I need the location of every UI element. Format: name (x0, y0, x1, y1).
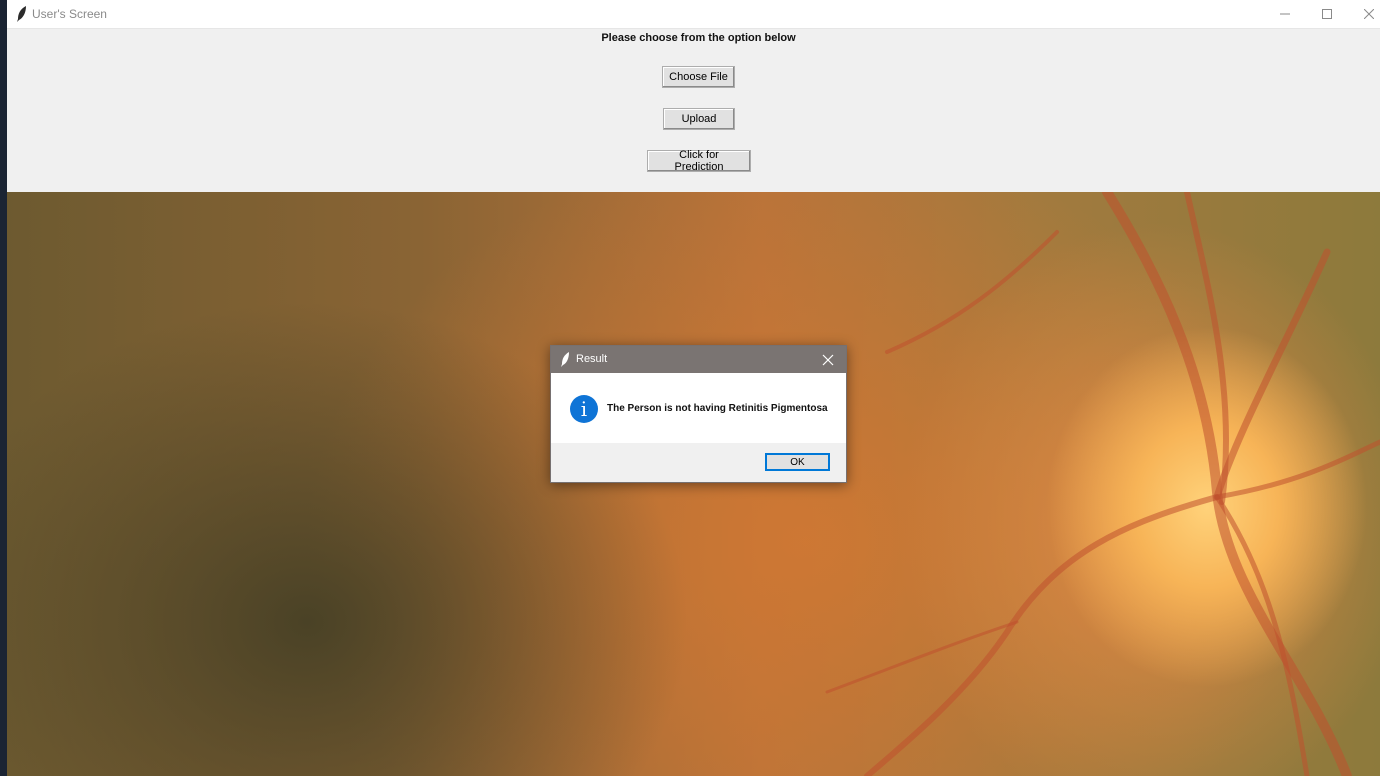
minimize-icon (1280, 13, 1290, 15)
options-panel: Please choose from the option below Choo… (7, 29, 1380, 192)
window-title: User's Screen (32, 7, 107, 21)
close-window-button[interactable] (1348, 0, 1380, 28)
choose-file-button[interactable]: Choose File (662, 66, 735, 88)
prediction-button[interactable]: Click for Prediction (647, 149, 751, 173)
instruction-label: Please choose from the option below (601, 32, 796, 44)
feather-icon (17, 6, 26, 22)
blood-vessels (825, 192, 1380, 776)
dialog-footer: OK (551, 443, 846, 482)
minimize-button[interactable] (1264, 0, 1306, 28)
info-icon: i (570, 395, 598, 423)
maximize-icon (1322, 9, 1332, 19)
feather-icon (561, 352, 569, 367)
upload-button[interactable]: Upload (663, 108, 735, 130)
info-glyph: i (580, 397, 588, 421)
close-icon (1364, 9, 1374, 19)
result-dialog: Result i The Person is not having Retini… (550, 345, 847, 483)
window-titlebar[interactable]: User's Screen (7, 0, 1380, 29)
ok-button[interactable]: OK (765, 453, 830, 471)
close-icon[interactable] (821, 353, 835, 367)
maximize-button[interactable] (1306, 0, 1348, 28)
dialog-titlebar[interactable]: Result (551, 346, 846, 373)
dialog-message: The Person is not having Retinitis Pigme… (607, 403, 828, 414)
dialog-title: Result (576, 353, 608, 365)
retina-image (7, 192, 1380, 776)
